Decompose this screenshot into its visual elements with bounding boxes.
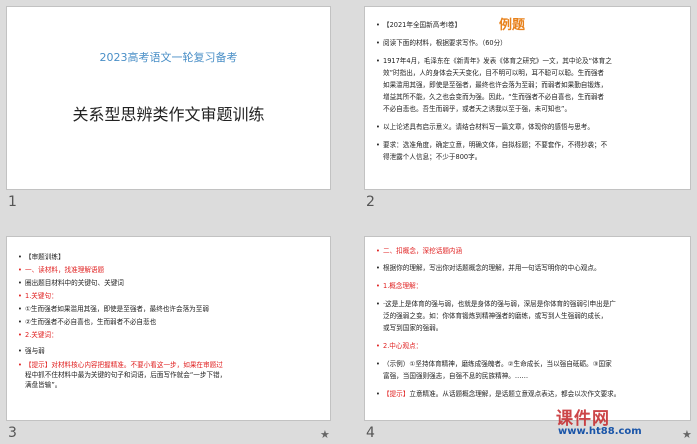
example-badge: 例题 <box>499 18 526 33</box>
text-line: 【2021年全国新高考Ⅰ卷】 <box>376 21 461 29</box>
text-line: 增益其所不能，久之也会变而为强。因此，“生而强者不必自喜也，生而弱者 <box>383 93 605 101</box>
text-line: 效”时指出，人的身体会天天变化，目不明可以明，耳不聪可以聪。生而强者 <box>383 69 605 77</box>
text-line: ①生而强者如果滥用其强，即使是至强者，最终也许会落为至弱 <box>18 305 209 313</box>
slide-subtitle: 2023高考语文一轮复习备考 <box>99 51 238 64</box>
subheading: 2.中心观点： <box>376 342 422 350</box>
section-heading: 二、扣概念，深挖话题内涵 <box>376 247 462 255</box>
hint-line: 【提示】立意精准。从话题概念理解，是话题立意观点表达，都会以次作文要求。 <box>376 390 620 398</box>
watermark-url: www.ht88.com <box>558 426 642 437</box>
text-line: 强与弱 <box>18 347 45 355</box>
hint-line: 【提示】对材料核心内容把握精准。不要小看这一步，如果在审题过 <box>18 361 223 369</box>
slide-thumbnail-3[interactable]: 【审题训练】 一、读材料，找准理解语题 圈出题目材料中的关键句、关键词 1.关键… <box>6 236 331 421</box>
slide-number-4: 4 <box>366 425 375 441</box>
text-line: 得泄露个人信息；不少于800字。 <box>383 153 482 161</box>
section-heading: 一、读材料，找准理解语题 <box>18 266 104 274</box>
text-line: 富强，当国强则强志，自强不息的民族精神。…… <box>383 372 529 380</box>
text-line: 不必自悲也。吾生而弱乎，或者天之诱我以至于强，未可知也”。 <box>383 105 572 113</box>
text-line: 【审题训练】 <box>18 253 64 261</box>
slide-thumbnail-2[interactable]: 例题 【2021年全国新高考Ⅰ卷】 阅读下面的材料，根据要求写作。（60分） 1… <box>364 6 691 190</box>
animation-star-icon: ★ <box>682 428 692 441</box>
slide-number-3: 3 <box>8 425 17 441</box>
text-line: 1917年4月，毛泽东在《新青年》发表《体育之研究》一文，其中论及“体育之 <box>376 57 612 65</box>
text-line: 或写到国家的强弱。 <box>383 324 443 332</box>
slide-title: 关系型思辨类作文审题训练 <box>72 105 265 124</box>
text-line: 以上论述具有启示意义。请结合材料写一篇文章，体现你的感悟与思考。 <box>376 123 594 131</box>
subheading: 2.关键词： <box>18 331 58 339</box>
text-line: 要求：选准角度，确定立意，明确文体，自拟标题；不要套作，不得抄袭；不 <box>376 141 607 149</box>
text-line: 根据你的理解，写出你对话题概念的理解，并用一句话写明你的中心观点。 <box>376 264 601 272</box>
text-line: （示例）①坚持体育精神，磨练成强魄者。②生命成长，当以强自砥砺。③国家 <box>376 360 612 368</box>
slide-number-2: 2 <box>366 194 375 210</box>
text-line: 圈出题目材料中的关键句、关键词 <box>18 279 124 287</box>
text-line: 泛的强弱之变。如：你体育锻炼到精神强者的磨练，或写到人生强弱的成长， <box>383 312 608 320</box>
subheading: 1.概念理解： <box>376 282 422 290</box>
slide-thumbnail-4[interactable]: 二、扣概念，深挖话题内涵 根据你的理解，写出你对话题概念的理解，并用一句话写明你… <box>364 236 691 421</box>
text-line: 程中抓不住材料中最为关键的句子和词语，后面写作就会“一步下错， <box>25 371 227 379</box>
text-line: 阅读下面的材料，根据要求写作。（60分） <box>376 39 507 47</box>
slide-thumbnail-1[interactable]: 2023高考语文一轮复习备考 关系型思辨类作文审题训练 <box>6 6 331 190</box>
animation-star-icon: ★ <box>320 428 330 441</box>
text-line: 如果滥用其强，即使是至强者，最终也许会落为至弱；而弱者如果勤自锻炼， <box>383 81 608 89</box>
text-line: ·这是上是体育的强与弱，也就是身体的强与弱，深层是你体育的强弱引申出是广 <box>376 300 616 308</box>
slide-number-1: 1 <box>8 194 17 210</box>
text-line: 满盘皆输”。 <box>25 381 62 389</box>
subheading: 1.关键句： <box>18 292 58 300</box>
text-line: ②生而强者不必自喜也，生而弱者不必自悲也 <box>18 318 156 326</box>
